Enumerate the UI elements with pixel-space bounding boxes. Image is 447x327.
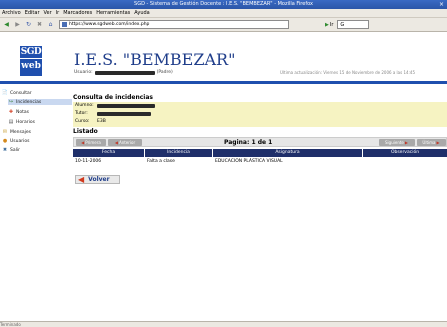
sidebar-item-label: Consultar — [10, 90, 32, 96]
table-row[interactable]: 10-11-2006 Falta a clase EDUCACIÓN PLÁST… — [73, 158, 447, 166]
curso-value: E3B — [97, 119, 106, 124]
go-icon: ▶ — [325, 21, 329, 28]
users-icon: ● — [2, 138, 8, 144]
menu-ir[interactable]: Ir — [56, 10, 60, 16]
menu-marcadores[interactable]: Marcadores — [63, 10, 92, 16]
info-row-alumno: Alumno: — [75, 103, 155, 108]
reload-icon[interactable]: ↻ — [24, 20, 33, 29]
sidebar-item-label: Incidencias — [16, 99, 42, 105]
sidebar-item-label: Mensajes — [10, 129, 31, 135]
first-arrow-icon: ◀ — [81, 140, 85, 145]
stop-icon[interactable]: ✖ — [35, 20, 44, 29]
alumno-redacted — [97, 103, 155, 108]
prev-page-label: Anterior — [118, 140, 136, 145]
student-info-box: Alumno: Tutor: Curso: E3B — [73, 102, 447, 127]
info-row-curso: Curso: E3B — [75, 119, 106, 124]
sidebar-item-incidencias[interactable]: ↪ Incidencias — [8, 99, 72, 105]
sidebar-item-notas[interactable]: ✚ Notas — [8, 109, 29, 115]
sidebar-item-label: Usuarios — [10, 138, 30, 144]
menu-bar: Archivo Editar Ver Ir Marcadores Herrami… — [0, 9, 447, 18]
close-window-icon[interactable]: × — [439, 0, 444, 9]
forward-icon[interactable]: ▶ — [13, 20, 22, 29]
mail-icon: ✉ — [2, 129, 8, 135]
go-label: Ir — [329, 21, 334, 28]
window-title: SGD - Sistema de Gestión Docente : I.E.S… — [134, 1, 313, 7]
menu-herramientas[interactable]: Herramientas — [96, 10, 130, 16]
favicon-icon — [62, 22, 67, 27]
col-header-asignatura: Asignatura — [213, 149, 363, 157]
user-role: (Padre) — [156, 70, 173, 75]
last-update-info: Última actualización: Viernes 15 de Novi… — [280, 70, 416, 75]
sidebar-item-label: Horarios — [16, 119, 35, 125]
url-text: https://www.sgdweb.com/index.php — [69, 22, 150, 27]
sidebar-item-mensajes[interactable]: ✉ Mensajes — [2, 129, 31, 135]
sidebar-item-label: Notas — [16, 109, 29, 115]
last-arrow-icon: ▶ — [436, 140, 440, 145]
first-page-button[interactable]: ◀ Primera — [76, 139, 106, 146]
user-name-redacted — [94, 70, 155, 75]
menu-editar[interactable]: Editar — [25, 10, 40, 16]
sgdweb-logo[interactable]: SGD web — [20, 46, 42, 76]
arrow-icon: ↪ — [8, 99, 14, 105]
info-label: Tutor: — [75, 111, 88, 116]
document-icon: 📄 — [1, 90, 9, 96]
logo-line-2: web — [21, 61, 41, 71]
last-page-button[interactable]: Última ▶ — [417, 139, 446, 146]
prev-arrow-icon: ◀ — [114, 140, 118, 145]
menu-ayuda[interactable]: Ayuda — [134, 10, 149, 16]
back-icon[interactable]: ◀ — [2, 20, 11, 29]
tutor-redacted — [97, 111, 151, 116]
logo-line-1: SGD — [20, 47, 42, 59]
sidebar-item-label: Salir — [10, 147, 20, 153]
window-titlebar: SGD - Sistema de Gestión Docente : I.E.S… — [0, 0, 447, 9]
menu-archivo[interactable]: Archivo — [2, 10, 21, 16]
status-bar: Terminado — [0, 321, 447, 327]
sidebar: 📄 Consultar ↪ Incidencias ✚ Notas ▤ Hora… — [0, 85, 72, 322]
last-page-label: Última — [422, 140, 436, 145]
page-indicator: Pagina: 1 de 1 — [224, 139, 273, 146]
pagination-bar: ◀ Primera ◀ Anterior Pagina: 1 de 1 Sigu… — [73, 137, 447, 147]
school-name: I.E.S. "BEMBEZAR" — [74, 50, 236, 69]
user-info: Usuario: (Padre) — [74, 70, 173, 75]
col-header-fecha: Fecha — [73, 149, 145, 157]
calendar-icon: ▤ — [8, 119, 14, 125]
cell-incidencia: Falta a clase — [147, 159, 175, 164]
sidebar-item-usuarios[interactable]: ● Usuarios — [2, 138, 30, 144]
go-button[interactable]: ▶ Ir — [325, 22, 333, 28]
sidebar-item-horarios[interactable]: ▤ Horarios — [8, 119, 35, 125]
header-divider — [0, 81, 447, 84]
info-row-tutor: Tutor: — [75, 111, 151, 116]
cell-asignatura: EDUCACIÓN PLÁSTICA VISUAL — [215, 159, 283, 164]
info-label: Curso: — [75, 119, 90, 124]
search-input[interactable]: G — [337, 20, 370, 29]
info-label: Alumno: — [75, 103, 94, 108]
menu-ver[interactable]: Ver — [44, 10, 52, 16]
home-icon[interactable]: ⌂ — [46, 20, 55, 29]
navigation-toolbar: ◀ ▶ ↻ ✖ ⌂ https://www.sgdweb.com/index.p… — [0, 18, 447, 32]
user-label: Usuario: — [74, 70, 93, 75]
table-header: Fecha Incidencia Asignatura Observación — [73, 149, 447, 157]
back-button[interactable]: ◀ Volver — [75, 175, 120, 184]
next-page-label: Siguiente — [385, 140, 404, 145]
page-title: Consulta de incidencias — [73, 94, 153, 101]
cell-observacion — [363, 158, 447, 166]
prev-page-button[interactable]: ◀ Anterior — [108, 139, 142, 146]
back-arrow-icon: ◀ — [78, 175, 85, 184]
url-bar[interactable]: https://www.sgdweb.com/index.php — [59, 20, 289, 29]
sidebar-item-consultar[interactable]: 📄 Consultar — [2, 90, 32, 96]
section-heading-listado: Listado — [73, 128, 98, 135]
first-page-label: Primera — [85, 140, 101, 145]
status-text: Terminado — [0, 322, 21, 327]
sidebar-item-salir[interactable]: ✖ Salir — [2, 147, 20, 153]
next-page-button[interactable]: Siguiente ▶ — [379, 139, 415, 146]
plus-icon: ✚ — [8, 109, 14, 115]
next-arrow-icon: ▶ — [404, 140, 408, 145]
exit-icon: ✖ — [2, 147, 8, 153]
col-header-incidencia: Incidencia — [145, 149, 213, 157]
back-button-label: Volver — [88, 176, 110, 183]
col-header-observacion: Observación — [390, 150, 420, 155]
cell-fecha: 10-11-2006 — [75, 159, 102, 164]
